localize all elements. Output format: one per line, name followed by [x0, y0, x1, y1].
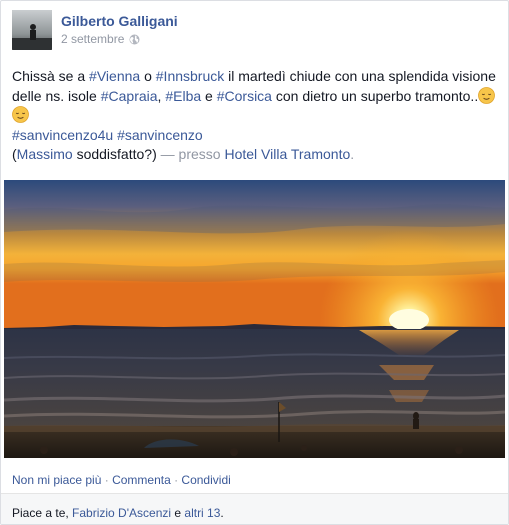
comment-button[interactable]: Commenta — [112, 473, 171, 487]
post-photo[interactable] — [4, 180, 505, 458]
post-message: Chissà se a #Vienna o #Innsbruck il mart… — [12, 67, 500, 126]
likes-period: . — [220, 506, 224, 520]
separator: · — [101, 473, 113, 487]
hashtag-capraia[interactable]: #Capraia — [101, 88, 158, 104]
hashtag-sanvincenzo[interactable]: #sanvincenzo — [117, 127, 203, 143]
text-segment: con dietro un superbo tramonto.. — [271, 87, 479, 104]
hashtag-sanvincenzo4u[interactable]: #sanvincenzo4u — [12, 127, 113, 143]
author-name[interactable]: Gilberto Galligani — [61, 13, 178, 29]
likes-middle: e — [171, 506, 185, 520]
sunset-photo — [4, 180, 505, 458]
post-tagline: (Massimo soddisfatto?) — presso Hotel Vi… — [12, 145, 500, 165]
hashtag-innsbruck[interactable]: #Innsbruck — [156, 68, 224, 84]
relieved-face-emoji-icon — [12, 106, 29, 123]
post-card: Gilberto Galligani 2 settembre Chissà se… — [0, 0, 509, 525]
relieved-face-emoji-icon — [478, 86, 496, 104]
unlike-button[interactable]: Non mi piace più — [12, 473, 101, 487]
text-segment: o — [140, 68, 156, 84]
post-meta: 2 settembre — [61, 32, 140, 46]
location-prefix: — presso — [156, 146, 225, 162]
text-segment: Chissà se a — [12, 68, 90, 84]
separator: · — [170, 473, 182, 487]
author-avatar[interactable] — [12, 10, 52, 50]
text-segment: . — [350, 146, 355, 162]
post-date[interactable]: 2 settembre — [61, 32, 124, 46]
post-hashtags: #sanvincenzo4u #sanvincenzo — [12, 126, 500, 146]
avatar-image — [12, 10, 52, 50]
others-link[interactable]: altri 13 — [184, 506, 220, 520]
hashtag-elba[interactable]: #Elba — [165, 88, 201, 104]
likes-summary: Piace a te, Fabrizio D'Ascenzi e altri 1… — [12, 506, 224, 520]
text-segment: soddisfatto?) — [72, 146, 157, 162]
post-text: Chissà se a #Vienna o #Innsbruck il mart… — [12, 67, 500, 165]
text-segment: e — [201, 87, 217, 104]
globe-icon[interactable] — [129, 34, 140, 45]
likes-prefix: Piace a te, — [12, 506, 73, 520]
friend-link[interactable]: Fabrizio D'Ascenzi — [72, 506, 171, 520]
share-button[interactable]: Condividi — [181, 473, 230, 487]
hashtag-vienna[interactable]: #Vienna — [89, 68, 140, 84]
location-link[interactable]: Hotel Villa Tramonto — [224, 146, 350, 162]
post-actions: Non mi piace più · Commenta · Condividi — [12, 473, 231, 487]
hashtag-corsica[interactable]: #Corsica — [217, 88, 272, 104]
tagged-person-link[interactable]: Massimo — [17, 146, 73, 162]
